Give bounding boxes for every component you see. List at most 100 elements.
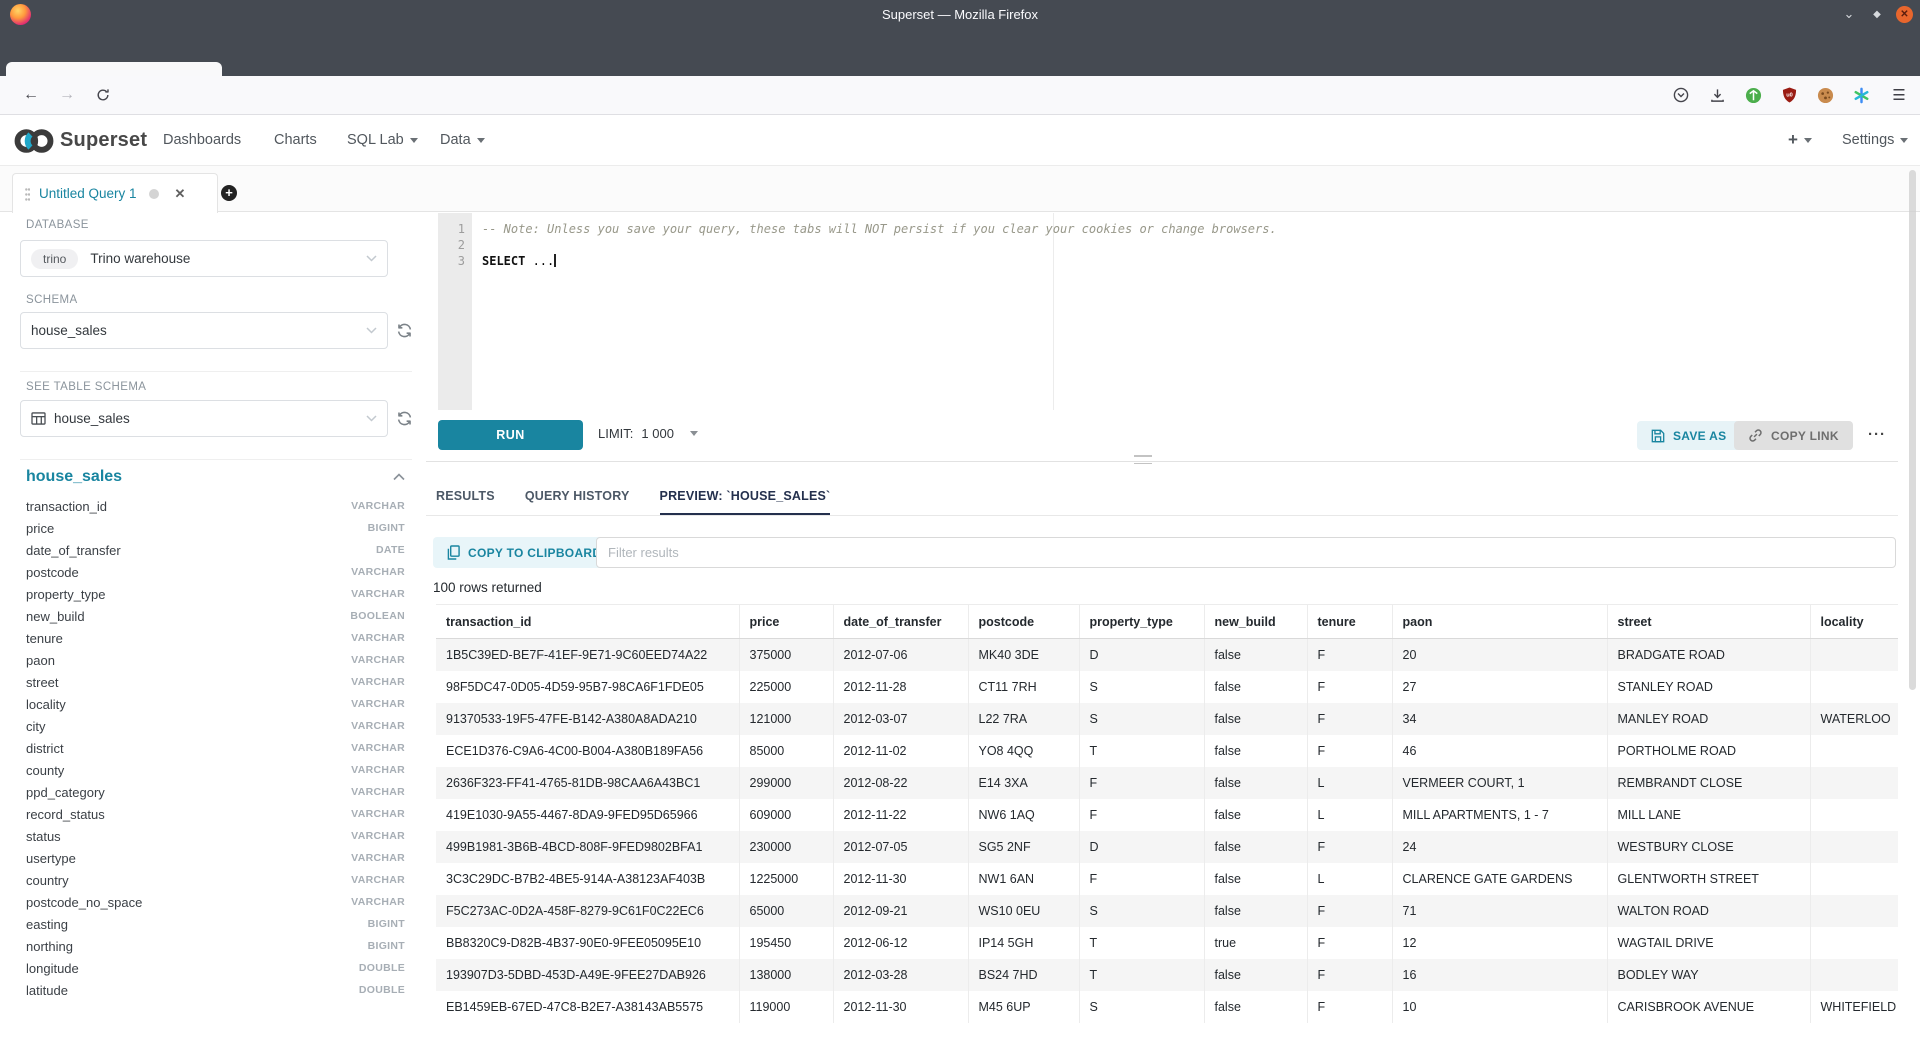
schema-column-row[interactable]: property_typeVARCHAR: [26, 583, 405, 605]
run-button[interactable]: RUN: [438, 420, 583, 450]
schema-column-row[interactable]: countryVARCHAR: [26, 869, 405, 891]
column-header[interactable]: locality: [1810, 605, 1898, 639]
chevron-down-icon: [1804, 138, 1812, 143]
schema-column-row[interactable]: postcode_no_spaceVARCHAR: [26, 891, 405, 913]
nav-item-sql-lab[interactable]: SQL Lab: [347, 132, 418, 148]
schema-column-row[interactable]: eastingBIGINT: [26, 913, 405, 935]
table-schema-header[interactable]: house_sales: [26, 468, 405, 486]
nav-item-charts[interactable]: Charts: [274, 132, 317, 148]
tab-preview-house-sales[interactable]: PREVIEW: `HOUSE_SALES`: [660, 478, 831, 515]
schema-column-row[interactable]: postcodeVARCHAR: [26, 561, 405, 583]
reload-button[interactable]: [88, 81, 118, 109]
table-select[interactable]: house_sales: [20, 400, 388, 437]
schema-column-row[interactable]: new_buildBOOLEAN: [26, 605, 405, 627]
add-new-button[interactable]: +: [1788, 130, 1812, 150]
column-header[interactable]: paon: [1392, 605, 1607, 639]
column-header[interactable]: price: [739, 605, 833, 639]
pane-resize-handle[interactable]: [1134, 455, 1152, 464]
column-header[interactable]: property_type: [1079, 605, 1204, 639]
settings-menu[interactable]: Settings: [1842, 132, 1908, 148]
cookie-icon[interactable]: [1810, 81, 1840, 109]
schema-column-row[interactable]: streetVARCHAR: [26, 671, 405, 693]
database-select[interactable]: trino Trino warehouse: [20, 240, 388, 277]
forward-button[interactable]: →: [52, 81, 82, 109]
tab-results[interactable]: RESULTS: [436, 478, 495, 515]
window-minimize-button[interactable]: ⌄: [1842, 4, 1856, 24]
table-cell: 2012-07-06: [833, 639, 968, 671]
add-query-tab-button[interactable]: +: [221, 185, 237, 201]
schema-column-row[interactable]: cityVARCHAR: [26, 715, 405, 737]
column-header[interactable]: transaction_id: [436, 605, 739, 639]
table-cell: false: [1204, 735, 1307, 767]
chevron-up-icon[interactable]: [393, 473, 405, 481]
menu-hamburger-icon[interactable]: ☰: [1884, 81, 1914, 109]
schema-column-row[interactable]: latitudeDOUBLE: [26, 979, 405, 1001]
drag-handle-icon[interactable]: [25, 188, 29, 200]
schema-column-row[interactable]: record_statusVARCHAR: [26, 803, 405, 825]
save-icon: [1651, 429, 1665, 443]
filter-results-input[interactable]: [596, 537, 1896, 568]
schema-column-row[interactable]: longitudeDOUBLE: [26, 957, 405, 979]
preview-table-container[interactable]: transaction_idpricedate_of_transferpostc…: [436, 604, 1898, 1042]
extension-green-icon[interactable]: [1738, 81, 1768, 109]
schema-column-row[interactable]: northingBIGINT: [26, 935, 405, 957]
schema-column-row[interactable]: statusVARCHAR: [26, 825, 405, 847]
download-icon[interactable]: [1702, 81, 1732, 109]
table-cell: MANLEY ROAD: [1607, 703, 1810, 735]
nav-item-data[interactable]: Data: [440, 132, 485, 148]
copy-to-clipboard-button[interactable]: COPY TO CLIPBOARD: [433, 537, 615, 568]
table-cell: T: [1079, 735, 1204, 767]
window-maximize-button[interactable]: ◆: [1870, 4, 1884, 24]
limit-dropdown[interactable]: LIMIT: 1 000: [598, 426, 698, 441]
table-cell: 375000: [739, 639, 833, 671]
table-cell: L: [1307, 799, 1392, 831]
copy-link-button[interactable]: COPY LINK: [1734, 421, 1853, 450]
schema-column-row[interactable]: countyVARCHAR: [26, 759, 405, 781]
column-header[interactable]: street: [1607, 605, 1810, 639]
page-scrollbar-thumb[interactable]: [1909, 170, 1916, 690]
query-tab-close-icon[interactable]: ✕: [175, 186, 186, 202]
brand-title[interactable]: Superset: [60, 129, 147, 152]
column-type: DOUBLE: [359, 984, 405, 996]
line-number: 1: [441, 221, 465, 237]
table-cell: F: [1307, 703, 1392, 735]
column-header[interactable]: tenure: [1307, 605, 1392, 639]
more-actions-button[interactable]: ···: [1862, 425, 1892, 444]
refresh-table-icon[interactable]: [396, 410, 413, 427]
window-close-button[interactable]: ✕: [1896, 6, 1913, 23]
database-engine-badge: trino: [31, 249, 78, 269]
schema-select[interactable]: house_sales: [20, 312, 388, 349]
schema-column-row[interactable]: transaction_idVARCHAR: [26, 495, 405, 517]
nav-item-dashboards[interactable]: Dashboards: [163, 132, 241, 148]
column-header[interactable]: new_build: [1204, 605, 1307, 639]
schema-column-row[interactable]: localityVARCHAR: [26, 693, 405, 715]
table-row: 91370533-19F5-47FE-B142-A380A8ADA2101210…: [436, 703, 1898, 735]
column-header[interactable]: date_of_transfer: [833, 605, 968, 639]
chevron-down-icon: [690, 431, 698, 436]
table-cell: WATERLOO: [1810, 703, 1898, 735]
schema-column-row[interactable]: districtVARCHAR: [26, 737, 405, 759]
extension-asterisk-icon[interactable]: [1846, 81, 1876, 109]
schema-column-row[interactable]: paonVARCHAR: [26, 649, 405, 671]
column-header[interactable]: postcode: [968, 605, 1079, 639]
schema-column-row[interactable]: ppd_categoryVARCHAR: [26, 781, 405, 803]
schema-column-row[interactable]: tenureVARCHAR: [26, 627, 405, 649]
schema-column-row[interactable]: priceBIGINT: [26, 517, 405, 539]
chevron-down-icon: [366, 415, 377, 422]
query-tab-active[interactable]: Untitled Query 1 ✕: [12, 173, 218, 213]
pocket-icon[interactable]: [1666, 81, 1696, 109]
save-as-button[interactable]: SAVE AS: [1637, 421, 1740, 450]
ublock-shield-icon[interactable]: u0: [1774, 81, 1804, 109]
back-button[interactable]: ←: [16, 81, 46, 109]
table-cell: 299000: [739, 767, 833, 799]
table-cell: [1810, 799, 1898, 831]
refresh-schema-icon[interactable]: [396, 322, 413, 339]
column-name: longitude: [26, 961, 79, 976]
column-name: northing: [26, 939, 73, 954]
sql-editor[interactable]: 1 2 3 -- Note: Unless you save your quer…: [438, 213, 1898, 410]
limit-value: 1 000: [641, 426, 674, 441]
schema-column-row[interactable]: usertypeVARCHAR: [26, 847, 405, 869]
schema-column-row[interactable]: date_of_transferDATE: [26, 539, 405, 561]
column-type: VARCHAR: [351, 698, 405, 710]
tab-query-history[interactable]: QUERY HISTORY: [525, 478, 630, 515]
